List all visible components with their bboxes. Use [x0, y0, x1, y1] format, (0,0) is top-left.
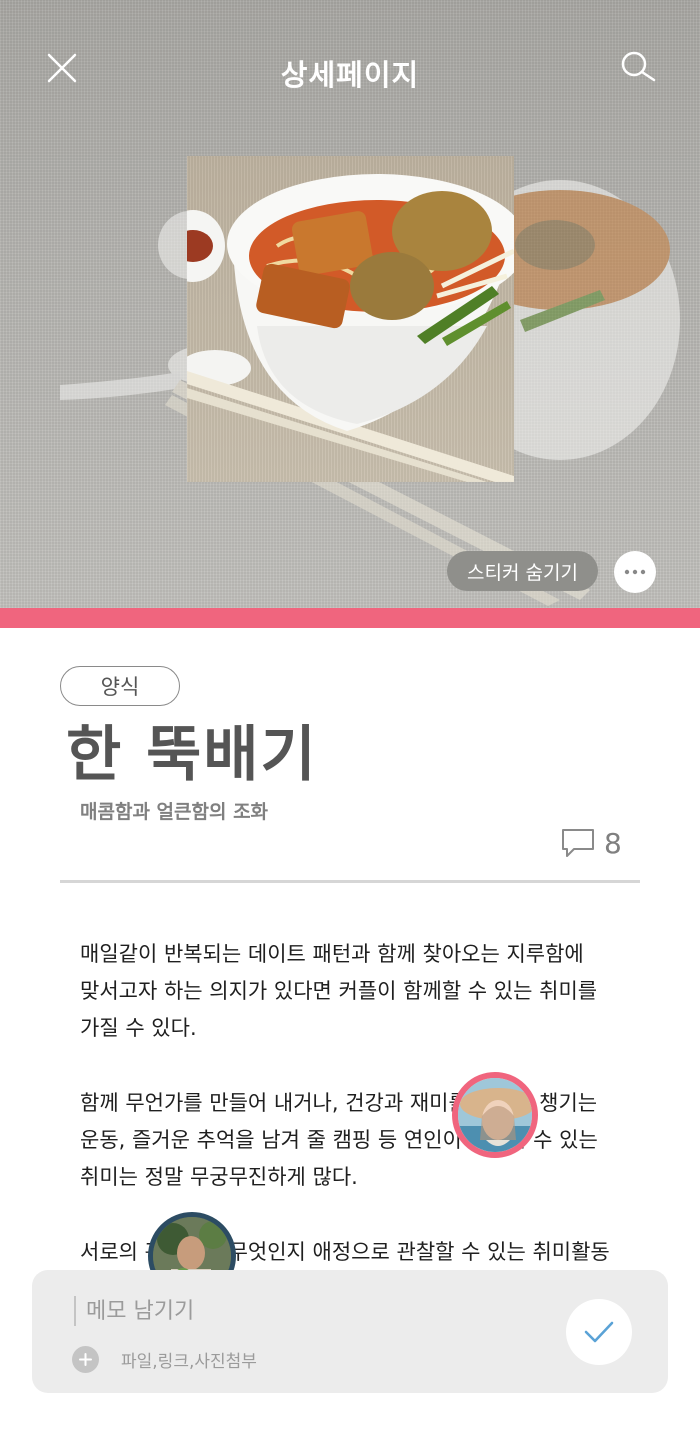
search-button[interactable]: [618, 48, 660, 86]
more-dots-icon: [624, 569, 646, 575]
plus-icon: [72, 1345, 99, 1373]
attach-label: 파일,링크,사진첨부: [121, 1351, 257, 1372]
category-tag[interactable]: 양식: [60, 666, 180, 706]
more-options-button[interactable]: [614, 551, 656, 593]
comment-count-value: 8: [604, 826, 622, 860]
sticker-hide-button[interactable]: 스티커 숨기기: [447, 551, 598, 591]
article-subtitle: 매콤함과 얼큰함의 조화: [80, 801, 269, 823]
memo-caret: [74, 1296, 76, 1326]
hero-food-photo: [187, 156, 514, 482]
page-title: 상세페이지: [280, 58, 420, 92]
memo-input[interactable]: [86, 1292, 526, 1330]
search-icon: [621, 51, 656, 82]
memo-submit-button[interactable]: [566, 1299, 632, 1365]
avatar: [458, 1078, 532, 1152]
article-title: 한 뚝배기: [66, 720, 318, 790]
accent-divider-bar: [0, 608, 700, 628]
hero-image-area: 상세페이지 스티커 숨기기: [0, 0, 700, 608]
paragraph: 매일같이 반복되는 데이트 패턴과 함께 찾아오는 지루함에 맞서고자 하는 의…: [80, 942, 598, 1040]
top-navigation-bar: 상세페이지: [0, 0, 700, 140]
comment-count-button[interactable]: 8: [560, 826, 622, 860]
avatar-sticker-straw-hat[interactable]: [452, 1072, 538, 1158]
memo-compose-box: 파일,링크,사진첨부: [32, 1270, 668, 1393]
comment-bubble-icon: [562, 829, 594, 857]
check-icon: [584, 1321, 614, 1343]
attach-button[interactable]: 파일,링크,사진첨부: [72, 1344, 257, 1374]
paragraph: 함께 무언가를 만들어 내거나, 건강과 재미를 동시에 챙기는 운동, 즐거운…: [80, 1091, 598, 1189]
section-divider: [60, 880, 640, 883]
